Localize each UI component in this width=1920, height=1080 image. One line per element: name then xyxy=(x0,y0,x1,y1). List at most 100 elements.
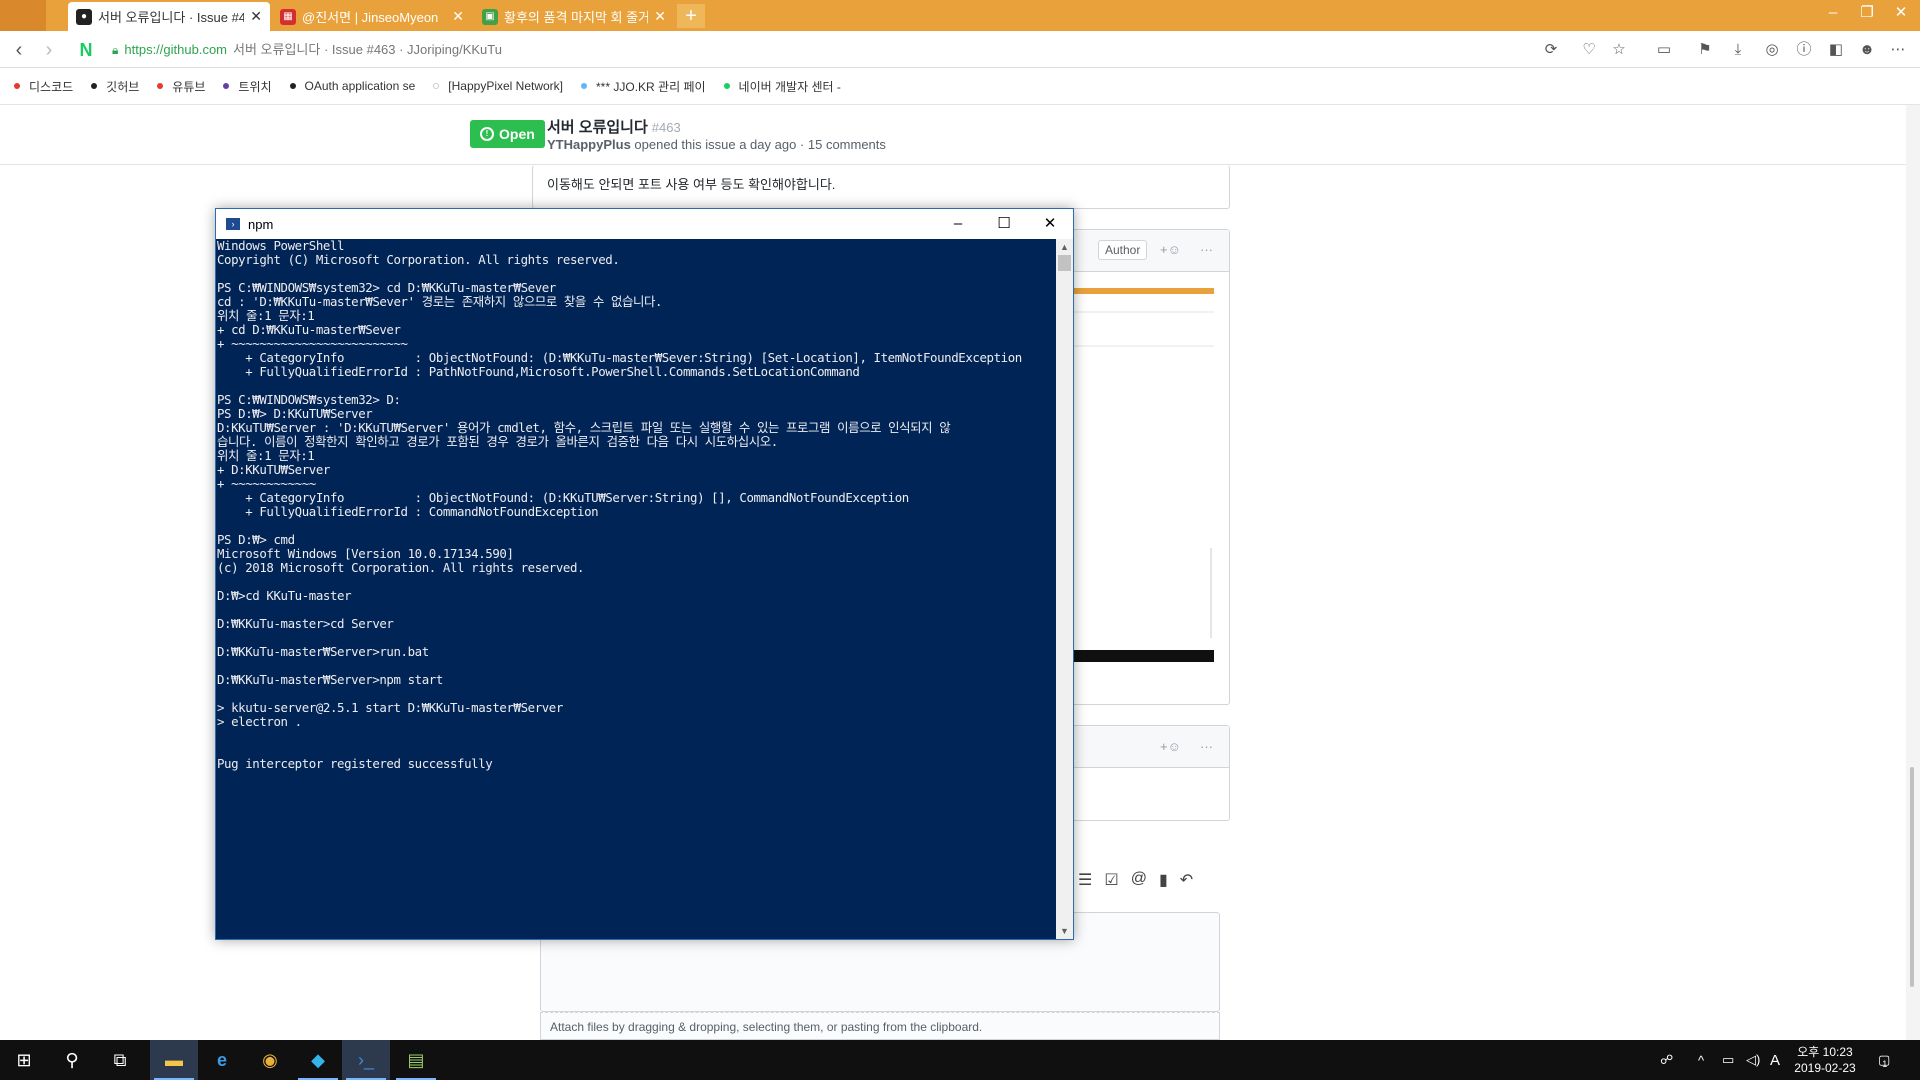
bookmark-item[interactable]: 디스코드 xyxy=(14,78,73,95)
bookmark-item[interactable]: 깃허브 xyxy=(91,78,139,95)
bookmark-label: 유튜브 xyxy=(172,79,206,94)
browser-tab-strip: ● 서버 오류입니다 · Issue #4 ✕ ▦ @진서면 | JinseoM… xyxy=(0,0,1920,31)
start-windows-icon[interactable]: ⊞ xyxy=(0,1040,48,1080)
forward-icon[interactable]: › xyxy=(38,39,60,61)
console-text: Windows PowerShell Copyright (C) Microso… xyxy=(217,239,1022,771)
more-options-icon[interactable]: ··· xyxy=(1200,739,1213,754)
calendar-icon: ▦ xyxy=(280,8,296,25)
tab-title: @진서면 | JinseoMyeon xyxy=(302,10,439,25)
download-icon[interactable]: ⤓ xyxy=(1728,40,1748,60)
taskbar-clock[interactable]: 오후 10:23 2019-02-23 xyxy=(1790,1044,1860,1076)
sidebar-icon[interactable]: ◧ xyxy=(1826,40,1846,60)
bookmark-item[interactable]: 유튜브 xyxy=(157,78,205,95)
bookmark-icon xyxy=(433,83,440,89)
ps-close-icon[interactable]: ✕ xyxy=(1027,209,1073,239)
saved-reply-icon[interactable]: ▮ xyxy=(1159,870,1168,890)
add-reaction-icon[interactable]: +☺ xyxy=(1160,739,1181,754)
ordered-list-icon[interactable]: ☰ xyxy=(1078,870,1092,890)
close-tab-icon[interactable]: ✕ xyxy=(250,8,262,25)
volume-icon[interactable]: ◁) xyxy=(1746,1040,1760,1080)
search-icon[interactable]: ⚲ xyxy=(48,1040,96,1080)
clock-date: 2019-02-23 xyxy=(1794,1061,1856,1075)
more-options-icon[interactable]: ··· xyxy=(1200,242,1213,257)
add-reaction-icon[interactable]: +☺ xyxy=(1160,242,1181,257)
restore-icon[interactable]: ❐ xyxy=(1850,0,1884,26)
screenshot-thumbnail[interactable] xyxy=(1073,288,1214,668)
tab-jinseomyeon[interactable]: ▦ @진서면 | JinseoMyeon ✕ xyxy=(272,2,472,31)
url-field[interactable]: 🔒︎ https://github.com 서버 오류입니다 · Issue #… xyxy=(112,39,502,61)
address-bar: ‹ › N 🔒︎ https://github.com 서버 오류입니다 · I… xyxy=(0,31,1920,68)
bookmark-label: 네이버 개발자 센터 - xyxy=(738,79,841,94)
minimize-icon[interactable]: – xyxy=(1816,0,1850,26)
bookmark-item[interactable]: [HappyPixel Network] xyxy=(433,79,563,93)
whale-browser-icon[interactable]: ◆ xyxy=(294,1040,342,1080)
new-tab-button[interactable]: + xyxy=(677,4,705,28)
news-icon: ▣ xyxy=(482,8,498,25)
reply-icon[interactable]: ↶ xyxy=(1180,870,1193,890)
task-list-icon[interactable]: ☑ xyxy=(1104,870,1118,890)
reload-icon[interactable]: ⟳ xyxy=(1541,40,1561,60)
tab-news[interactable]: ▣ 황후의 품격 마지막 회 줄거 ✕ xyxy=(474,2,674,31)
github-icon: ● xyxy=(76,8,92,25)
bookmark-icon xyxy=(223,83,230,89)
ime-indicator[interactable]: A xyxy=(1770,1040,1780,1080)
issue-sticky-header xyxy=(0,105,1920,165)
scroll-down-icon[interactable]: ▼ xyxy=(1056,923,1073,939)
page-scrollbar[interactable] xyxy=(1906,105,1920,1040)
url-page-title: 서버 오류입니다 · Issue #463 · JJoriping/KKuTu xyxy=(233,42,502,57)
camera-icon[interactable]: ◎ xyxy=(1762,40,1782,60)
notepad-icon[interactable]: ▤ xyxy=(392,1040,440,1080)
attach-files-hint: Attach files by dragging & dropping, sel… xyxy=(550,1020,983,1034)
console-scrollbar-thumb[interactable] xyxy=(1058,255,1071,271)
profile-icon[interactable]: ☻ xyxy=(1857,40,1877,60)
star-icon[interactable]: ☆ xyxy=(1609,40,1629,60)
url-host: https://github.com xyxy=(124,42,228,57)
task-view-icon[interactable]: ⧉ xyxy=(96,1040,144,1080)
tray-expand-icon[interactable]: ^ xyxy=(1698,1040,1704,1080)
bookmarks-bar: 디스코드 깃허브 유튜브 트위치 OAuth application se [H… xyxy=(0,68,1920,105)
console-output[interactable]: Windows PowerShell Copyright (C) Microso… xyxy=(216,239,1056,939)
ps-maximize-icon[interactable]: ☐ xyxy=(981,209,1027,239)
bookmark-label: 디스코드 xyxy=(29,79,74,94)
pocket-icon[interactable]: ♡ xyxy=(1579,40,1599,60)
scroll-up-icon[interactable]: ▲ xyxy=(1056,239,1073,255)
extension-icon[interactable]: ▭ xyxy=(1654,40,1674,60)
bookmark-icon xyxy=(723,83,730,89)
mention-icon[interactable]: @ xyxy=(1131,870,1147,890)
people-icon[interactable]: ☍ xyxy=(1660,1040,1673,1080)
bookmark-item[interactable]: 트위치 xyxy=(223,78,272,95)
info-icon[interactable]: ⓘ xyxy=(1794,40,1814,60)
bookmark-icon xyxy=(289,83,296,89)
network-icon[interactable]: ▭ xyxy=(1722,1040,1734,1080)
tab-title: 황후의 품격 마지막 회 줄거 xyxy=(504,10,649,25)
issue-number: #463 xyxy=(651,120,681,135)
bookmark-label: *** JJO.KR 관리 페이 xyxy=(596,79,706,94)
issue-meta: YTHappyPlus opened this issue a day ago … xyxy=(547,137,886,152)
markdown-toolbar: ☰ ☑ @ ▮ ↶ xyxy=(1078,870,1193,890)
author-badge: Author xyxy=(1098,240,1148,260)
naver-logo[interactable]: N xyxy=(76,40,96,60)
menu-icon[interactable]: ⋯ xyxy=(1888,40,1908,60)
powershell-icon: › xyxy=(226,218,240,230)
notification-count: 1 xyxy=(1882,1059,1888,1069)
back-icon[interactable]: ‹ xyxy=(8,39,30,61)
bookmark-item[interactable]: *** JJO.KR 관리 페이 xyxy=(581,78,706,95)
taskbar: ⊞ ⚲ ⧉ ▬ e ◉ ◆ ›_ ▤ ☍ ^ ▭ ◁) A 오후 10:23 2… xyxy=(0,1040,1920,1080)
ps-minimize-icon[interactable]: – xyxy=(935,209,981,239)
bookmark-item[interactable]: OAuth application se xyxy=(289,79,415,93)
chrome-icon[interactable]: ◉ xyxy=(246,1040,294,1080)
close-tab-icon[interactable]: ✕ xyxy=(452,8,464,25)
close-window-icon[interactable]: ✕ xyxy=(1884,0,1918,26)
browser-menu-corner[interactable] xyxy=(0,0,46,31)
file-explorer-icon[interactable]: ▬ xyxy=(150,1040,198,1080)
notification-icon[interactable]: ▢ 1 xyxy=(1878,1040,1890,1080)
tab-github-issue[interactable]: ● 서버 오류입니다 · Issue #4 ✕ xyxy=(68,2,270,31)
powershell-taskbar-icon[interactable]: ›_ xyxy=(342,1040,390,1080)
bookmark-item[interactable]: 네이버 개발자 센터 - xyxy=(723,78,841,95)
issue-author-link[interactable]: YTHappyPlus xyxy=(547,137,631,152)
page-scrollbar-thumb[interactable] xyxy=(1910,767,1914,987)
console-scrollbar[interactable]: ▲ ▼ xyxy=(1056,239,1073,939)
translate-flag-icon[interactable]: ⚑ xyxy=(1695,40,1715,60)
close-tab-icon[interactable]: ✕ xyxy=(654,8,666,25)
internet-explorer-icon[interactable]: e xyxy=(198,1040,246,1080)
